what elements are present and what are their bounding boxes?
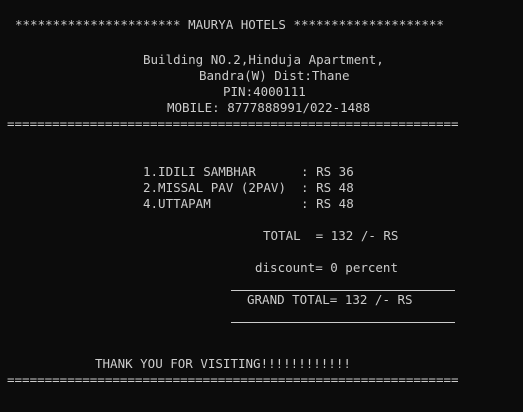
rule-above-grand-total (231, 290, 455, 291)
separator-bottom: ========================================… (7, 372, 459, 387)
discount-line: discount= 0 percent (255, 260, 398, 275)
mobile-number: MOBILE: 8777888991/022-1488 (167, 100, 371, 115)
list-item: 4.UTTAPAM : RS 48 (143, 196, 354, 211)
grand-total-line: GRAND TOTAL= 132 /- RS (247, 292, 413, 307)
rule-below-grand-total (231, 322, 455, 323)
console-output: ********************** MAURYA HOTELS ***… (0, 0, 523, 412)
pin-code: PIN:4000111 (223, 84, 306, 99)
receipt-header: ********************** MAURYA HOTELS ***… (15, 17, 444, 32)
thank-you-message: THANK YOU FOR VISITING!!!!!!!!!!!! (95, 356, 351, 371)
list-item: 2.MISSAL PAV (2PAV) : RS 48 (143, 180, 354, 195)
address-line-2: Bandra(W) Dist:Thane (199, 68, 350, 83)
separator-top: ========================================… (7, 116, 459, 131)
address-line-1: Building NO.2,Hinduja Apartment, (143, 52, 384, 67)
total-line: TOTAL = 132 /- RS (263, 228, 399, 243)
list-item: 1.IDILI SAMBHAR : RS 36 (143, 164, 354, 179)
